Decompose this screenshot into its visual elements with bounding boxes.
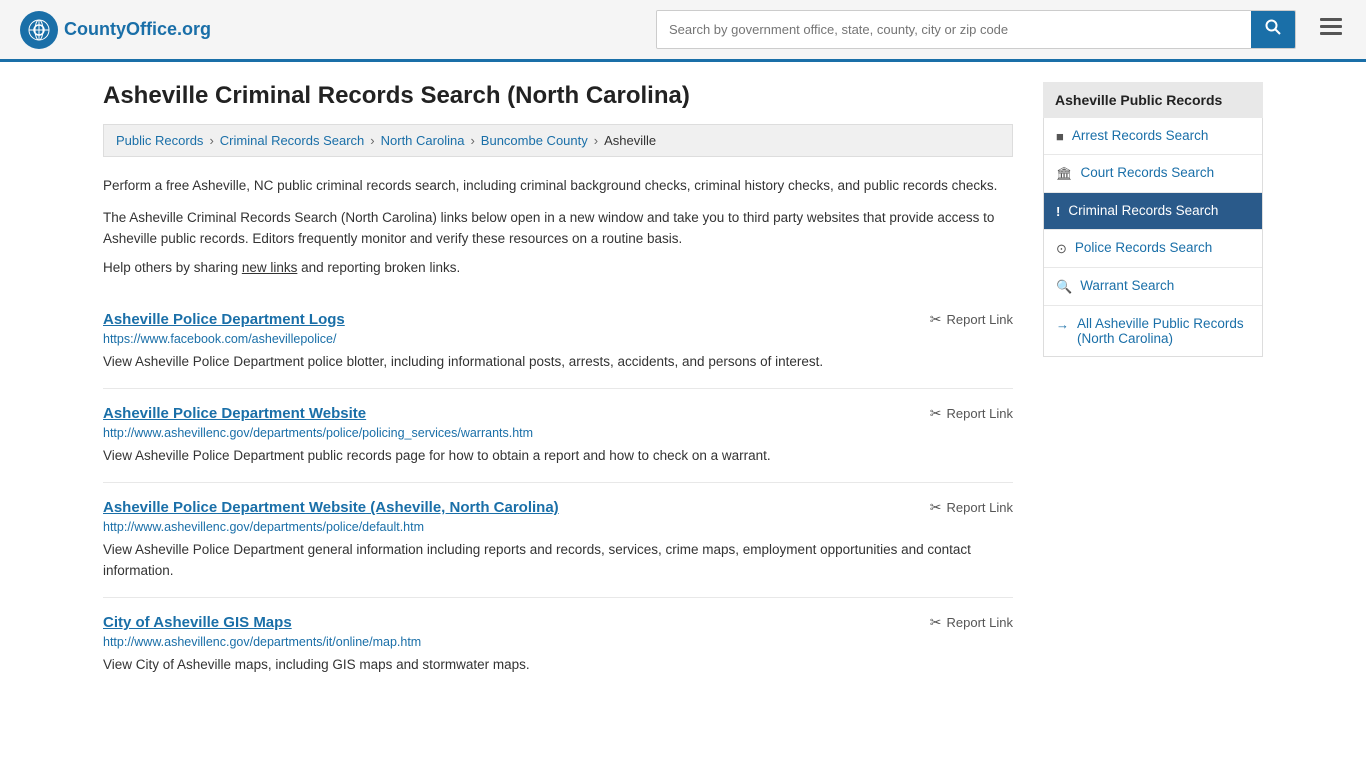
sidebar-item-arrest-records[interactable]: ■ Arrest Records Search [1044, 118, 1262, 155]
all-records-icon: → [1056, 317, 1069, 332]
result-item: Asheville Police Department Website (Ash… [103, 483, 1013, 598]
sidebar-item-criminal-records[interactable]: ! Criminal Records Search [1044, 193, 1262, 230]
result-title[interactable]: City of Asheville GIS Maps [103, 614, 292, 631]
breadcrumb-asheville: Asheville [604, 133, 656, 148]
result-desc: View Asheville Police Department police … [103, 352, 1013, 372]
result-url[interactable]: http://www.ashevillenc.gov/departments/i… [103, 635, 1013, 649]
police-icon: ⊙ [1056, 241, 1067, 257]
sidebar: Asheville Public Records ■ Arrest Record… [1043, 82, 1263, 691]
result-desc: View Asheville Police Department general… [103, 540, 1013, 581]
report-icon: ✂ [930, 499, 942, 516]
report-link[interactable]: ✂ Report Link [930, 614, 1013, 631]
logo-icon [20, 11, 58, 49]
description-2: The Asheville Criminal Records Search (N… [103, 207, 1013, 250]
search-button[interactable] [1251, 11, 1295, 48]
sidebar-item-label: Warrant Search [1080, 278, 1174, 293]
sidebar-item-warrant-search[interactable]: 🔍 Warrant Search [1044, 268, 1262, 306]
court-icon: 🏛 [1056, 166, 1073, 182]
result-item: City of Asheville GIS Maps ✂ Report Link… [103, 598, 1013, 691]
results-list: Asheville Police Department Logs ✂ Repor… [103, 295, 1013, 691]
sidebar-nav: ■ Arrest Records Search 🏛 Court Records … [1043, 118, 1263, 357]
main-container: Asheville Criminal Records Search (North… [83, 62, 1283, 711]
search-bar [656, 10, 1296, 49]
result-desc: View Asheville Police Department public … [103, 446, 1013, 466]
report-icon: ✂ [930, 614, 942, 631]
arrest-icon: ■ [1056, 129, 1064, 144]
result-item: Asheville Police Department Website ✂ Re… [103, 389, 1013, 483]
content-area: Asheville Criminal Records Search (North… [103, 82, 1013, 691]
sidebar-title: Asheville Public Records [1043, 82, 1263, 118]
logo[interactable]: CountyOffice.org [20, 11, 211, 49]
breadcrumb: Public Records › Criminal Records Search… [103, 124, 1013, 157]
breadcrumb-north-carolina[interactable]: North Carolina [381, 133, 465, 148]
report-link[interactable]: ✂ Report Link [930, 405, 1013, 422]
help-text: Help others by sharing new links and rep… [103, 260, 1013, 275]
result-item: Asheville Police Department Logs ✂ Repor… [103, 295, 1013, 389]
sidebar-item-label: Court Records Search [1081, 165, 1215, 180]
result-url[interactable]: https://www.facebook.com/ashevillepolice… [103, 332, 1013, 346]
sidebar-item-police-records[interactable]: ⊙ Police Records Search [1044, 230, 1262, 268]
logo-text: CountyOffice.org [64, 19, 211, 40]
warrant-icon: 🔍 [1056, 279, 1072, 295]
report-link[interactable]: ✂ Report Link [930, 311, 1013, 328]
sidebar-item-label: Police Records Search [1075, 240, 1212, 255]
sidebar-item-court-records[interactable]: 🏛 Court Records Search [1044, 155, 1262, 193]
report-icon: ✂ [930, 311, 942, 328]
criminal-icon: ! [1056, 204, 1060, 219]
sidebar-item-all-records[interactable]: → All Asheville Public Records (North Ca… [1044, 306, 1262, 356]
result-url[interactable]: http://www.ashevillenc.gov/departments/p… [103, 520, 1013, 534]
page-title: Asheville Criminal Records Search (North… [103, 82, 1013, 110]
new-links[interactable]: new links [242, 260, 298, 275]
report-link[interactable]: ✂ Report Link [930, 499, 1013, 516]
result-desc: View City of Asheville maps, including G… [103, 655, 1013, 675]
sidebar-item-label: Arrest Records Search [1072, 128, 1209, 143]
result-title[interactable]: Asheville Police Department Website (Ash… [103, 499, 559, 516]
breadcrumb-criminal-records[interactable]: Criminal Records Search [220, 133, 365, 148]
breadcrumb-public-records[interactable]: Public Records [116, 133, 203, 148]
breadcrumb-buncombe-county[interactable]: Buncombe County [481, 133, 588, 148]
description-1: Perform a free Asheville, NC public crim… [103, 175, 1013, 197]
sidebar-item-label: All Asheville Public Records (North Caro… [1077, 316, 1250, 346]
result-title[interactable]: Asheville Police Department Website [103, 405, 366, 422]
result-url[interactable]: http://www.ashevillenc.gov/departments/p… [103, 426, 1013, 440]
report-icon: ✂ [930, 405, 942, 422]
sidebar-item-label: Criminal Records Search [1068, 203, 1218, 218]
search-input[interactable] [657, 11, 1251, 48]
result-title[interactable]: Asheville Police Department Logs [103, 311, 345, 328]
site-header: CountyOffice.org [0, 0, 1366, 62]
menu-button[interactable] [1316, 14, 1346, 46]
